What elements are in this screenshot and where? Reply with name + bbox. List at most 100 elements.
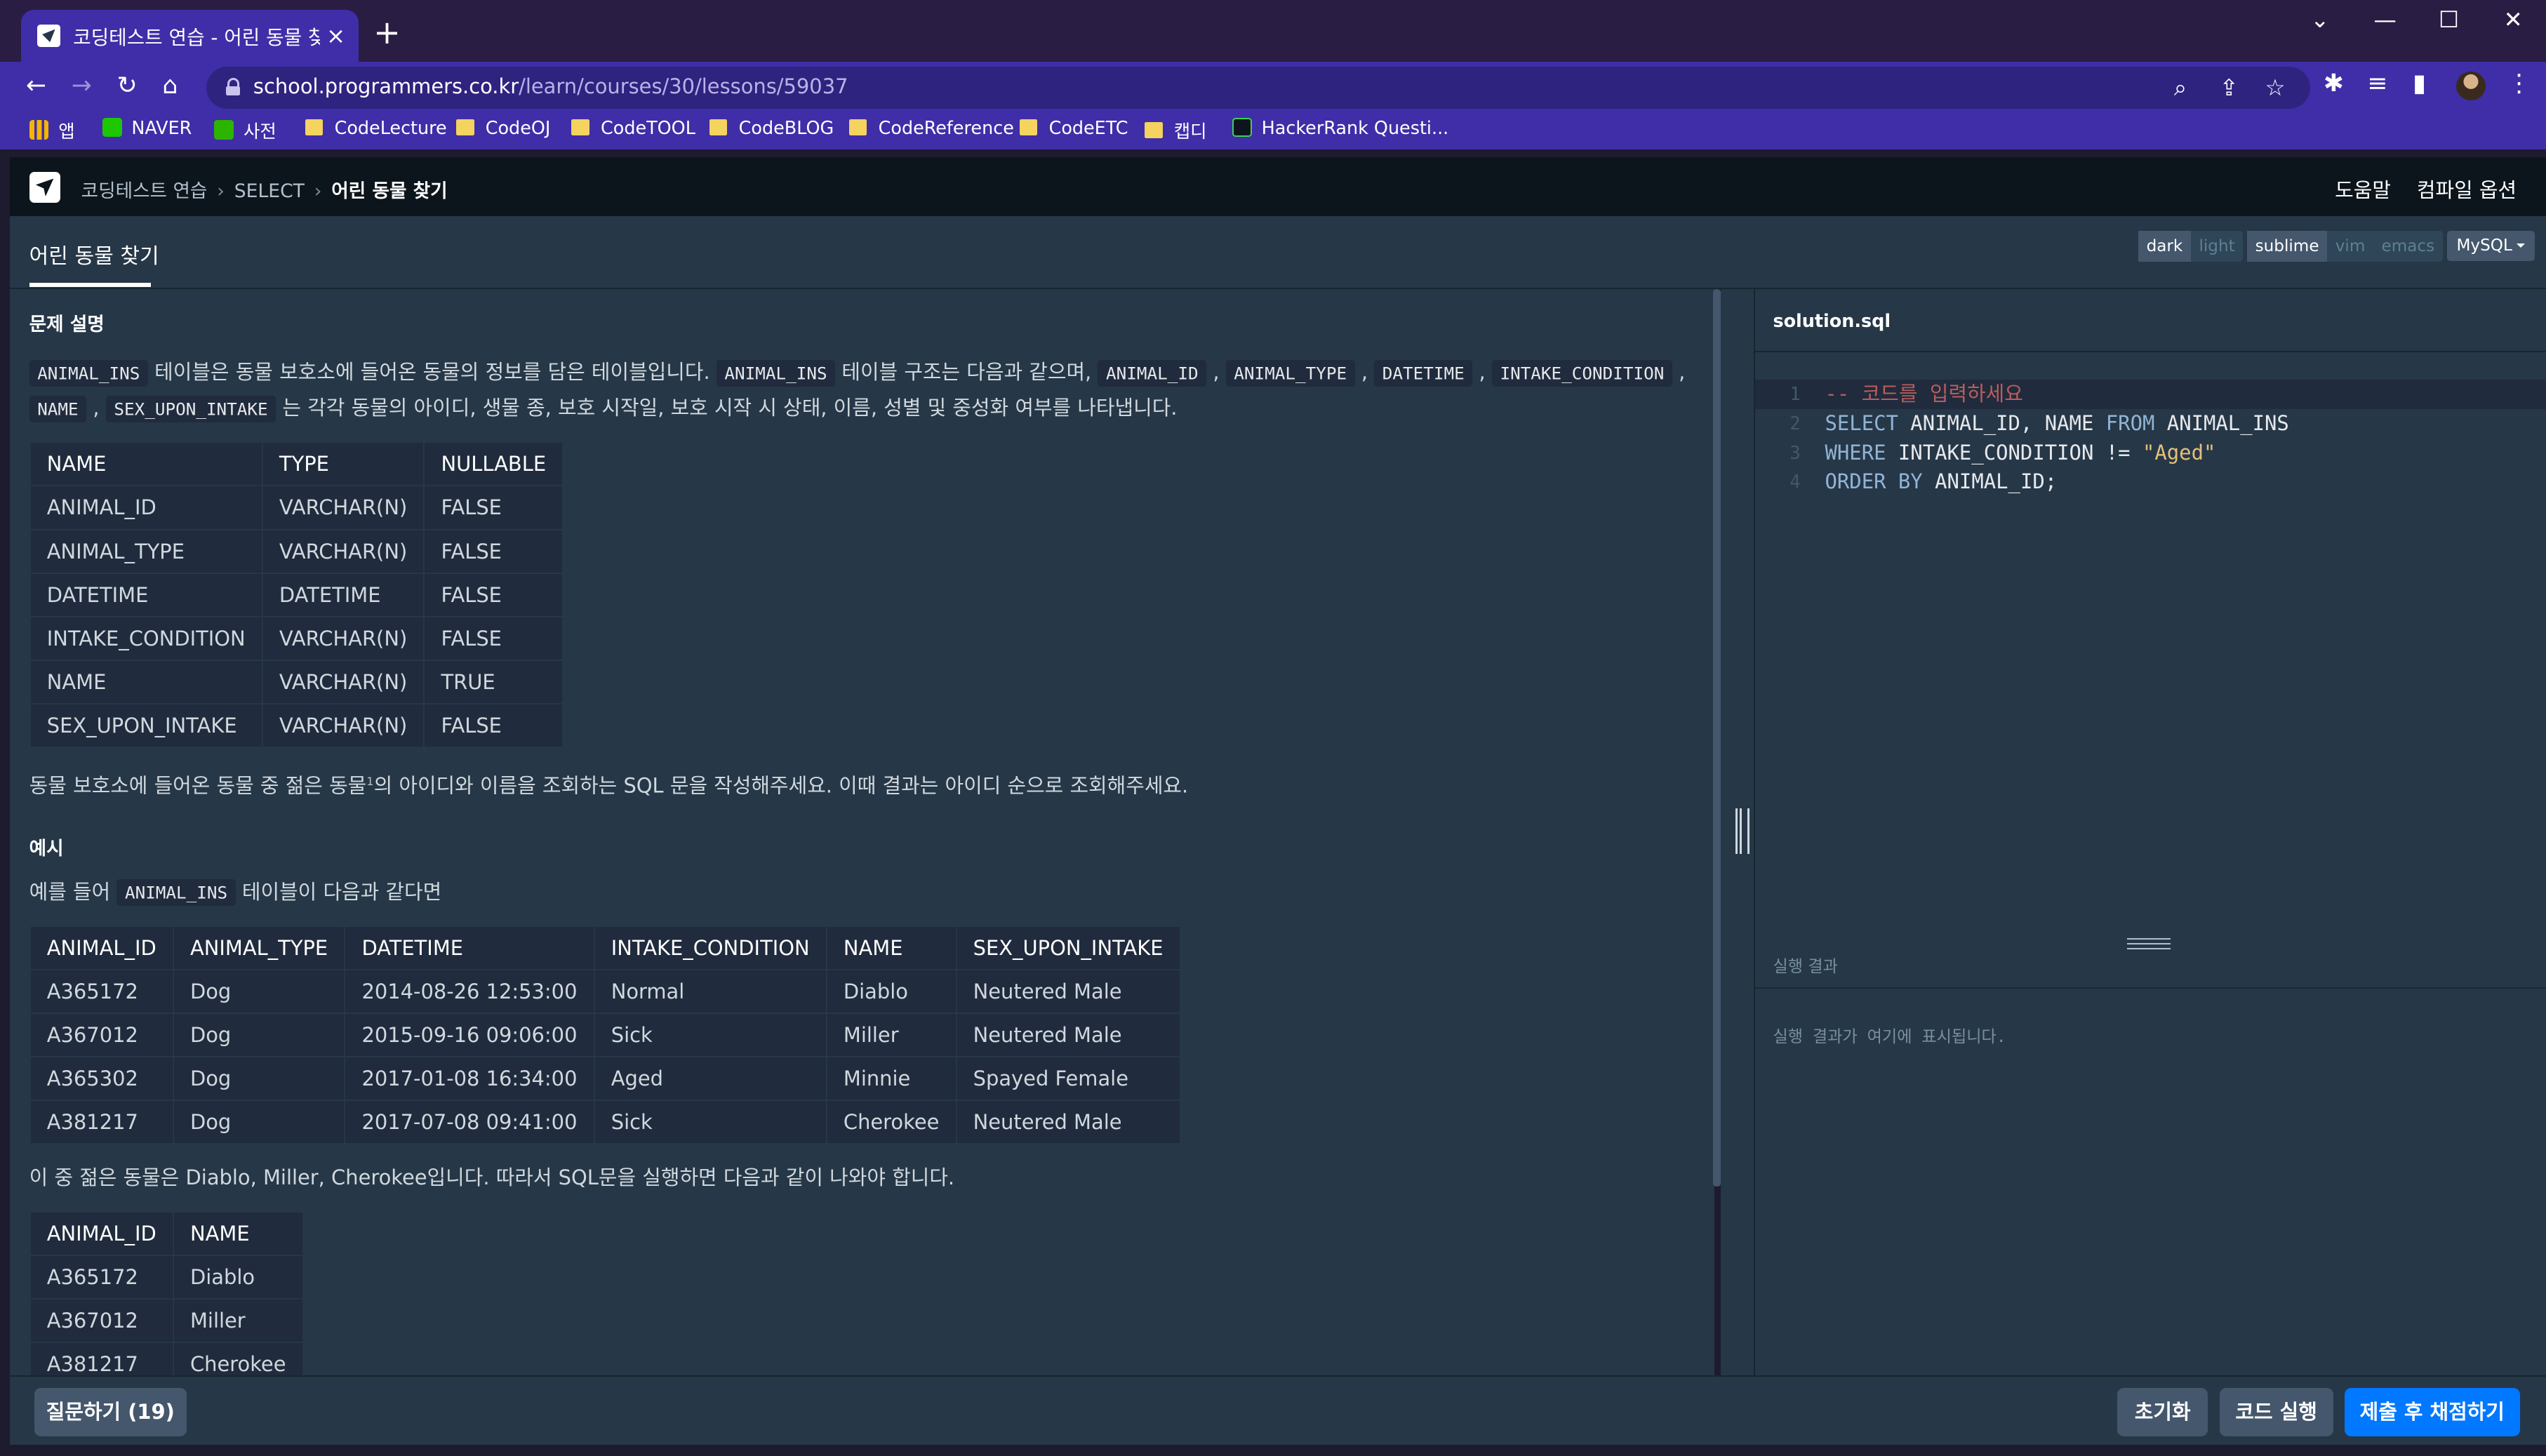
code-line[interactable]: 1 -- 코드를 입력하세요 xyxy=(1755,380,2546,409)
table-header-row: ANIMAL_ID ANIMAL_TYPE DATETIME INTAKE_CO… xyxy=(29,925,1181,970)
reload-icon[interactable]: ↻ xyxy=(117,69,138,102)
example-table: ANIMAL_ID ANIMAL_TYPE DATETIME INTAKE_CO… xyxy=(29,925,1181,1145)
reset-button[interactable]: 초기화 xyxy=(2117,1387,2208,1437)
bookmark-codeoj[interactable]: CodeOJ xyxy=(456,117,550,138)
side-panel-icon[interactable]: ▮ xyxy=(2413,69,2426,98)
table-row: INTAKE_CONDITION VARCHAR(N) FALSE xyxy=(29,615,564,661)
table-row: A367012 Dog 2015-09-16 09:06:00 Sick Miller N… xyxy=(29,1013,1181,1058)
code-line[interactable]: 4 ORDER BY ANIMAL_ID; xyxy=(1755,467,2546,497)
close-window-button[interactable]: ✕ xyxy=(2504,6,2523,33)
compile-options-link[interactable]: 컴파일 옵션 xyxy=(2417,178,2517,202)
example-intro: 예를 들어 ANIMAL_INS 테이블이 다음과 같다면 xyxy=(29,874,441,911)
code-inline: ANIMAL_INS xyxy=(716,359,836,387)
table-row: ANIMAL_TYPE VARCHAR(N) FALSE xyxy=(29,528,564,574)
table-row: A381217 Dog 2017-07-08 09:41:00 Sick Cheroke… xyxy=(29,1100,1181,1145)
table-cell: 2017-07-08 09:41:00 xyxy=(344,1100,595,1145)
new-tab-button[interactable]: + xyxy=(373,16,401,48)
code-token: ORDER BY xyxy=(1825,469,1923,494)
theme-dark-button[interactable]: dark xyxy=(2138,230,2191,262)
language-select[interactable]: MySQL xyxy=(2446,230,2535,262)
code-token: WHERE xyxy=(1825,440,1886,465)
profile-avatar[interactable] xyxy=(2456,71,2486,101)
programmers-favicon-icon xyxy=(37,24,60,48)
result-intro: 이 중 젊은 동물은 Diablo, Miller, Cherokee입니다. … xyxy=(29,1165,955,1189)
bookmark-codelecture[interactable]: CodeLecture xyxy=(305,117,447,138)
bookmark-dictionary[interactable]: 사전 xyxy=(214,117,276,143)
naver-icon xyxy=(102,117,122,138)
code-line[interactable]: 2 SELECT ANIMAL_ID, NAME FROM ANIMAL_INS xyxy=(1755,409,2546,439)
menu-kebab-icon[interactable]: ⋮ xyxy=(2507,69,2531,98)
text: 테이블 구조는 다음과 같으며, xyxy=(835,360,1098,385)
problem-scrollbar[interactable] xyxy=(1712,288,1721,1187)
code-token: INTAKE_CONDITION != xyxy=(1886,440,2142,465)
bookmark-star-icon[interactable]: ☆ xyxy=(2265,74,2285,101)
footnote-link[interactable]: 1 xyxy=(366,775,373,788)
programmers-logo-icon[interactable] xyxy=(29,172,60,203)
table-cell: A365302 xyxy=(29,1056,174,1102)
bookmark-hackerrank[interactable]: HackerRank Questi... xyxy=(1232,117,1448,138)
bookmark-codereference[interactable]: CodeReference xyxy=(849,117,1014,138)
column-header: TYPE xyxy=(261,441,425,487)
address-bar[interactable]: school.programmers.co.kr/learn/courses/3… xyxy=(206,66,2311,109)
share-icon[interactable]: ⇪ xyxy=(2220,74,2239,101)
folder-icon xyxy=(456,119,474,136)
tab-lesson[interactable]: 어린 동물 찾기 xyxy=(29,239,159,269)
run-code-button[interactable]: 코드 실행 xyxy=(2219,1387,2333,1437)
tab-title: 코딩테스트 연습 - 어린 동물 찾 xyxy=(73,25,320,49)
reading-list-icon[interactable]: ≡ xyxy=(2367,69,2387,98)
column-header: NAME xyxy=(29,441,263,487)
table-row: A365172 Diablo xyxy=(29,1255,304,1300)
folder-icon xyxy=(571,119,589,136)
bookmark-label: NAVER xyxy=(131,116,192,138)
tab-close-icon[interactable]: × xyxy=(326,22,345,49)
table-row: ANIMAL_ID VARCHAR(N) FALSE xyxy=(29,485,564,530)
home-icon[interactable]: ⌂ xyxy=(162,69,178,102)
divider xyxy=(1755,987,2546,989)
result-resize-handle-icon[interactable] xyxy=(2126,938,2171,949)
column-header: ANIMAL_ID xyxy=(29,1210,174,1257)
code-line[interactable]: 3 WHERE INTAKE_CONDITION != "Aged" xyxy=(1755,439,2546,468)
browser-tab[interactable]: 코딩테스트 연습 - 어린 동물 찾 × xyxy=(21,9,359,62)
bookmark-label: HackerRank Questi... xyxy=(1261,116,1449,138)
back-arrow-icon[interactable]: ← xyxy=(26,69,46,102)
resize-handle-icon[interactable] xyxy=(1735,808,1750,854)
table-cell: 2014-08-26 12:53:00 xyxy=(344,968,595,1015)
bookmark-apps[interactable]: 앱 xyxy=(29,117,75,143)
maximize-button[interactable]: ☐ xyxy=(2439,6,2459,33)
zoom-search-icon[interactable]: ⌕ xyxy=(2174,74,2187,102)
extensions-puzzle-icon[interactable]: ✱ xyxy=(2324,69,2344,98)
breadcrumb-current: 어린 동물 찾기 xyxy=(331,180,448,202)
column-header: DATETIME xyxy=(344,925,595,970)
bookmark-naver[interactable]: NAVER xyxy=(102,117,192,138)
header-actions: 도움말 컴파일 옵션 xyxy=(2315,174,2517,203)
text: 동물 보호소에 들어온 동물 중 젊은 동물 xyxy=(29,774,367,799)
forward-arrow-icon[interactable]: → xyxy=(72,69,92,102)
bookmark-codetool[interactable]: CodeTOOL xyxy=(571,117,695,138)
code-inline: INTAKE_CONDITION xyxy=(1491,359,1672,387)
help-link[interactable]: 도움말 xyxy=(2335,178,2391,202)
table-cell: Miller xyxy=(172,1298,304,1344)
theme-light-button[interactable]: light xyxy=(2191,231,2243,262)
keymap-sublime-button[interactable]: sublime xyxy=(2247,230,2328,262)
submit-button[interactable]: 제출 후 채점하기 xyxy=(2344,1387,2520,1437)
editor-panel: solution.sql 1 -- 코드를 입력하세요 2 SELECT ANIMAL… xyxy=(1755,288,2546,1375)
tab-search-icon[interactable]: ⌄ xyxy=(2310,6,2329,33)
table-cell: A365172 xyxy=(29,1255,174,1300)
ask-question-button[interactable]: 질문하기 (19) xyxy=(34,1387,187,1437)
keymap-emacs-button[interactable]: emacs xyxy=(2373,231,2443,262)
bookmark-codeetc[interactable]: CodeETC xyxy=(1019,117,1128,138)
code-token: ANIMAL_ID; xyxy=(1922,469,2058,494)
table-cell: Normal xyxy=(593,968,827,1015)
minimize-button[interactable]: — xyxy=(2373,6,2396,33)
table-cell: Spayed Female xyxy=(955,1056,1181,1102)
breadcrumb-select[interactable]: SELECT xyxy=(234,180,305,202)
bookmark-capstone[interactable]: 캡디 xyxy=(1145,117,1207,143)
table-cell: Minnie xyxy=(825,1056,957,1102)
bookmark-codeblog[interactable]: CodeBLOG xyxy=(709,117,834,138)
lock-icon[interactable] xyxy=(225,78,241,96)
breadcrumb-coding-test[interactable]: 코딩테스트 연습 xyxy=(81,180,208,202)
table-cell: 2017-01-08 16:34:00 xyxy=(344,1056,595,1102)
code-inline: ANIMAL_TYPE xyxy=(1225,359,1355,387)
keymap-vim-button[interactable]: vim xyxy=(2327,231,2373,262)
code-editor[interactable]: 1 -- 코드를 입력하세요 2 SELECT ANIMAL_ID, NAME FRO… xyxy=(1755,380,2546,932)
